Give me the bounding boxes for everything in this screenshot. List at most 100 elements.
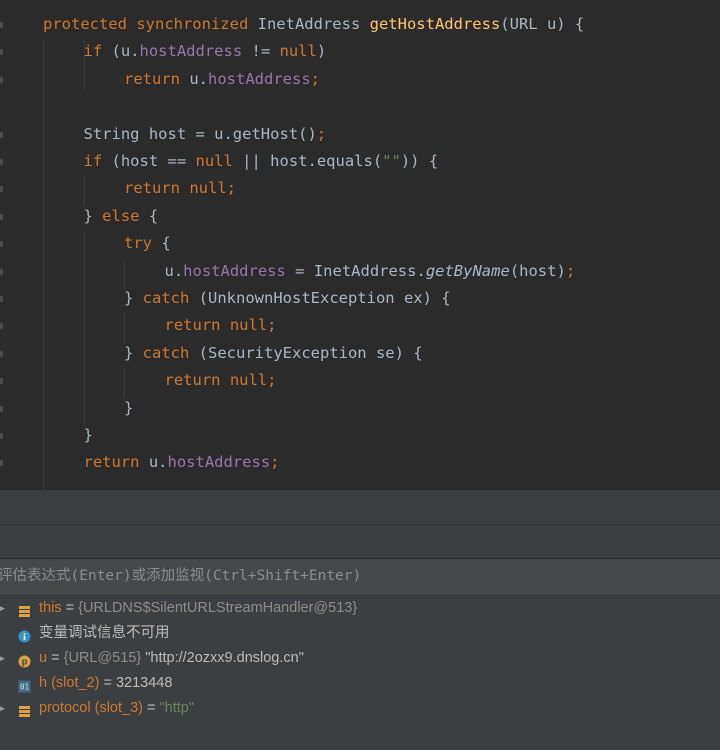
gutter-marker — [0, 296, 3, 302]
variable-row[interactable]: ▶ protocol (slot_3) = "http" — [0, 696, 720, 721]
code-token: (UnknownHostException ex) { — [198, 289, 451, 307]
code-token: else — [102, 206, 149, 225]
code-line: protected synchronized InetAddress getHo… — [43, 11, 584, 38]
code-line: return null; — [124, 175, 236, 202]
code-token: hostAddress — [183, 261, 286, 280]
indent-guide — [84, 231, 85, 426]
expand-chevron-icon[interactable]: ▶ — [0, 596, 5, 621]
code-token: { — [148, 206, 159, 225]
code-token: return — [83, 453, 149, 472]
code-line: try { — [124, 230, 171, 257]
gutter-marker — [0, 241, 3, 248]
code-token: ; — [316, 124, 327, 143]
code-token: catch — [142, 343, 199, 362]
code-token: } — [124, 343, 143, 362]
code-token: hostAddress — [208, 69, 311, 88]
variable-eq: = — [142, 700, 160, 716]
code-token: } — [124, 398, 134, 417]
code-token: return null; — [124, 179, 236, 198]
primitive-icon: 01 — [18, 677, 31, 693]
variable-text: protocol (slot_3) = "http" — [39, 696, 194, 721]
variable-type: {URLDNS$SilentURLStreamHandler@513} — [78, 600, 358, 616]
gutter-marker — [0, 213, 3, 220]
evaluate-expression-field[interactable]: 评估表达式(Enter)或添加监视(Ctrl+Shift+Enter) — [0, 559, 720, 594]
code-token: null — [195, 152, 243, 170]
code-token: try — [124, 234, 162, 253]
code-line: } catch (SecurityException se) { — [124, 340, 423, 367]
code-line: u.hostAddress = InetAddress.getByName(ho… — [165, 258, 576, 285]
variable-eq: = — [47, 650, 64, 666]
code-editor[interactable]: protected synchronized InetAddress getHo… — [0, 0, 720, 490]
gutter-marker — [0, 186, 3, 193]
variable-name: h (slot_2) — [39, 675, 100, 691]
code-token: (SecurityException se) { — [198, 343, 423, 362]
variable-text: 变量调试信息不可用 — [39, 621, 170, 646]
code-line: return u.hostAddress; — [84, 449, 280, 476]
info-icon — [18, 627, 31, 643]
gutter-marker — [0, 131, 3, 138]
indent-guide — [124, 368, 125, 398]
gutter-marker — [0, 378, 3, 385]
field-list-icon — [18, 702, 31, 717]
code-line: String host = u.getHost(); — [84, 121, 327, 148]
code-line: if (host == null || host.equals("")) { — [84, 148, 439, 175]
gutter-marker — [0, 405, 3, 412]
code-token: if — [83, 152, 112, 170]
field-list-icon — [18, 602, 31, 617]
variable-name: protocol (slot_3) — [39, 700, 143, 716]
variable-row[interactable]: ▶ this = {URLDNS$SilentURLStreamHandler@5… — [0, 596, 720, 621]
variable-value: 3213448 — [115, 675, 173, 691]
code-token: { — [161, 234, 171, 253]
code-line: } else { — [84, 203, 159, 230]
code-token: catch — [142, 289, 199, 307]
gutter-marker — [0, 350, 3, 357]
code-token: null — [279, 42, 317, 61]
gutter-marker — [0, 22, 3, 28]
variable-type: {URL@515} — [63, 650, 146, 666]
code-line: return null; — [165, 367, 277, 394]
debugger-toolbar — [0, 525, 720, 559]
code-line: } catch (UnknownHostException ex) { — [124, 285, 451, 312]
gutter-marker — [0, 49, 3, 56]
variable-row[interactable]: 变量调试信息不可用 — [0, 621, 720, 646]
variable-name: this — [39, 600, 62, 616]
code-token: (host == — [111, 152, 196, 170]
expand-chevron-icon[interactable]: ▶ — [0, 696, 5, 721]
gutter-marker — [0, 460, 3, 467]
svg-text:p: p — [22, 657, 28, 667]
variable-text: this = {URLDNS$SilentURLStreamHandler@51… — [39, 596, 357, 621]
variable-row[interactable]: 01 h (slot_2) = 3213448 — [0, 671, 720, 696]
code-token: hostAddress — [167, 453, 271, 472]
code-token: return null; — [164, 316, 277, 335]
code-token: (host) — [509, 261, 566, 280]
code-token: protected synchronized — [43, 15, 258, 33]
code-token: (URL u) { — [500, 15, 585, 33]
code-token: getHostAddress — [369, 15, 501, 33]
variable-row[interactable]: ▶ p u = {URL@515} "http://2ozxx9.dnslog.cn… — [0, 646, 720, 671]
code-token: || host.equals( — [242, 152, 383, 170]
gutter-marker — [0, 268, 3, 275]
code-token: = InetAddress. — [285, 261, 426, 280]
evaluate-expression-placeholder: 评估表达式(Enter)或添加监视(Ctrl+Shift+Enter) — [0, 568, 362, 584]
indent-guide — [84, 176, 85, 206]
debugger-header-bar — [0, 490, 720, 525]
code-token: u. — [148, 453, 168, 472]
expand-chevron-icon[interactable]: ▶ — [0, 646, 5, 671]
variable-text: h (slot_2) = 3213448 — [39, 671, 172, 696]
variables-panel[interactable]: ▶ this = {URLDNS$SilentURLStreamHandler@5… — [0, 594, 720, 750]
variable-value: 变量调试信息不可用 — [39, 625, 170, 641]
code-token: "" — [382, 152, 401, 170]
code-token: InetAddress — [257, 15, 370, 33]
code-token: )) { — [400, 152, 439, 170]
code-token: ; — [565, 261, 576, 280]
code-token: hostAddress — [139, 42, 243, 61]
code-token: ; — [310, 69, 320, 88]
code-token: ; — [270, 453, 280, 472]
code-token: (u. — [111, 42, 140, 61]
code-token: != — [242, 42, 280, 61]
code-token: getByName — [425, 261, 510, 280]
indent-guide — [124, 313, 125, 343]
code-line: return null; — [165, 312, 277, 339]
variable-name: u — [39, 650, 48, 666]
indent-guide — [43, 40, 44, 490]
